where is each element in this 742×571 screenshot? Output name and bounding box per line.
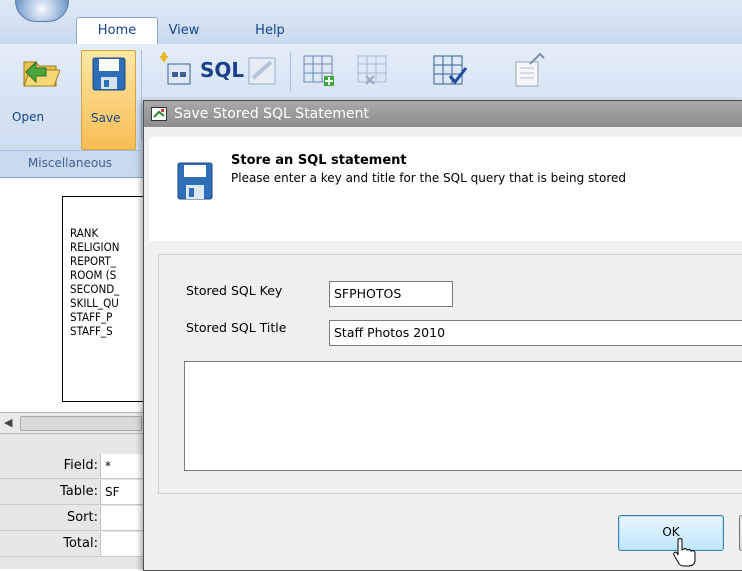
horizontal-scrollbar[interactable]: ◀ — [0, 412, 150, 434]
dialog-form-group: Stored SQL Key SFPHOTOS Stored SQL Title… — [158, 254, 742, 494]
grid-row-field: Field: * — [0, 454, 150, 479]
query-wizard-icon[interactable] — [160, 52, 194, 88]
list-item[interactable]: RELIGION — [70, 240, 119, 254]
key-label: Stored SQL Key — [186, 283, 283, 298]
table-list[interactable]: RANK RELIGION REPORT_ ROOM (S SECOND_ SK… — [70, 226, 119, 338]
tab-view[interactable]: View — [160, 18, 208, 44]
dialog-app-icon — [151, 107, 167, 121]
stored-sql-title-input[interactable]: Staff Photos 2010 — [329, 320, 742, 346]
scroll-left-arrow-icon[interactable]: ◀ — [4, 416, 12, 429]
query-grid: Field: * Table: SF Sort: Total: — [0, 434, 150, 569]
ribbon-separator — [290, 52, 291, 92]
dialog-title: Save Stored SQL Statement — [174, 106, 369, 122]
open-button[interactable]: Open — [12, 52, 68, 128]
save-button[interactable]: Save — [81, 50, 136, 150]
list-item[interactable]: REPORT_ — [70, 254, 119, 268]
scrollbar-thumb[interactable] — [20, 416, 142, 431]
header-title: Store an SQL statement — [231, 153, 407, 168]
ribbon-separator — [141, 50, 142, 140]
list-item[interactable]: STAFF_P — [70, 310, 119, 324]
list-item[interactable]: SECOND_ — [70, 282, 119, 296]
sql-button[interactable]: SQL — [200, 58, 244, 82]
ok-button[interactable]: OK — [618, 515, 724, 551]
grid-label: Field: — [63, 458, 98, 473]
delete-row-icon[interactable] — [356, 52, 390, 88]
dialog-title-bar[interactable]: Save Stored SQL Statement — [144, 101, 742, 127]
list-item[interactable]: ROOM (S — [70, 268, 119, 282]
floppy-disk-icon — [177, 162, 213, 200]
floppy-disk-icon — [92, 57, 126, 91]
stored-sql-key-input[interactable]: SFPHOTOS — [329, 281, 453, 307]
save-sql-dialog: Save Stored SQL Statement Store an SQL s… — [143, 100, 742, 571]
header-subtitle: Please enter a key and title for the SQL… — [231, 171, 626, 185]
add-row-icon[interactable] — [302, 52, 336, 88]
grid-row-total: Total: — [0, 532, 150, 557]
save-label: Save — [91, 111, 121, 125]
hand-cursor-icon — [673, 538, 696, 567]
select-all-icon[interactable] — [432, 52, 470, 90]
grid-label: Sort: — [66, 510, 98, 525]
open-folder-icon — [23, 60, 60, 87]
edit-sql-icon[interactable] — [245, 52, 279, 88]
grid-row-sort: Sort: — [0, 506, 150, 531]
open-label: Open — [12, 110, 45, 124]
group-label-miscellaneous: Miscellaneous — [0, 150, 140, 175]
list-item[interactable]: STAFF_S — [70, 324, 119, 338]
dialog-header: Store an SQL statement Please enter a ke… — [149, 137, 742, 241]
tab-help[interactable]: Help — [248, 18, 292, 44]
grid-label: Total: — [63, 536, 98, 551]
list-item[interactable]: RANK — [70, 226, 119, 240]
run-query-icon[interactable] — [510, 52, 546, 90]
grid-label: Table: — [60, 484, 98, 499]
grid-row-table: Table: SF — [0, 480, 150, 505]
list-item[interactable]: SKILL_QU — [70, 296, 119, 310]
tab-home[interactable]: Home — [76, 17, 158, 44]
sql-description-textarea[interactable] — [184, 361, 742, 471]
title-label: Stored SQL Title — [186, 320, 287, 335]
